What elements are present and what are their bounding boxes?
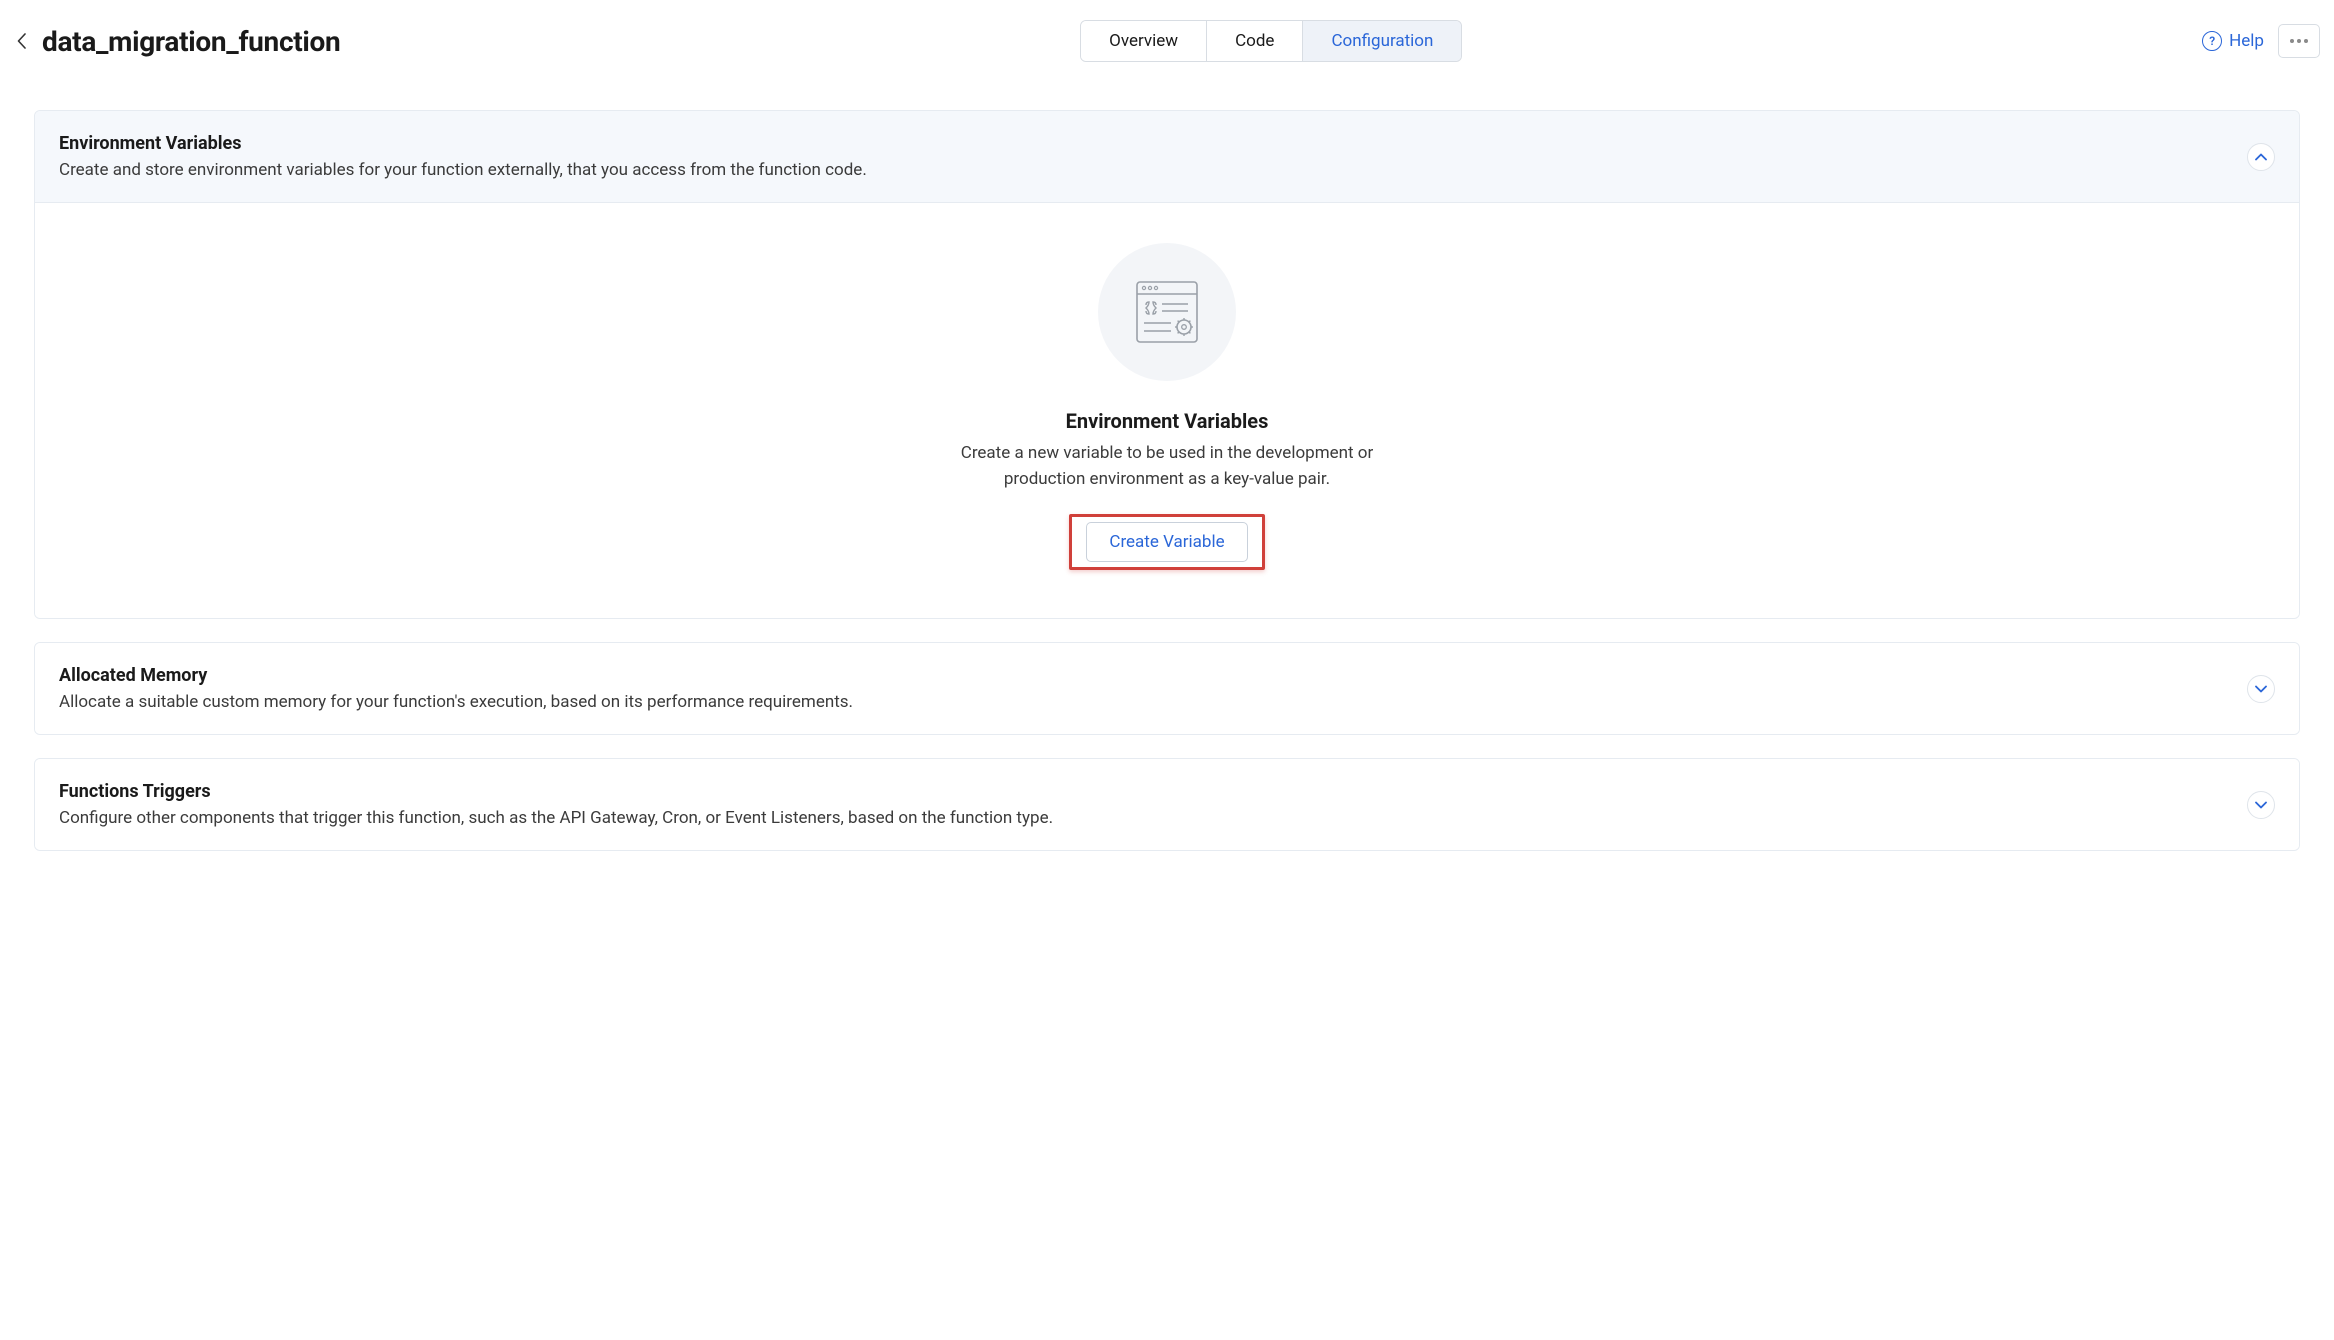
help-icon: ? <box>2202 31 2222 51</box>
panel-title: Functions Triggers <box>59 781 1053 802</box>
panel-header-functions-triggers[interactable]: Functions Triggers Configure other compo… <box>35 759 2299 850</box>
panel-body-environment-variables: Environment Variables Create a new varia… <box>35 203 2299 618</box>
tab-code[interactable]: Code <box>1207 21 1303 61</box>
chevron-up-icon <box>2255 153 2267 161</box>
panel-allocated-memory: Allocated Memory Allocate a suitable cus… <box>34 642 2300 735</box>
empty-state-heading: Environment Variables <box>59 409 2275 433</box>
panel-environment-variables: Environment Variables Create and store e… <box>34 110 2300 619</box>
tab-configuration[interactable]: Configuration <box>1303 21 1461 61</box>
chevron-left-icon <box>17 33 26 49</box>
back-button[interactable] <box>10 30 32 52</box>
panel-subtitle: Configure other components that trigger … <box>59 808 1053 828</box>
code-window-icon <box>1136 281 1198 343</box>
tab-group: Overview Code Configuration <box>1080 20 1462 62</box>
panel-title: Allocated Memory <box>59 665 853 686</box>
help-label: Help <box>2229 31 2264 51</box>
panel-title: Environment Variables <box>59 133 867 154</box>
chevron-down-icon <box>2255 801 2267 809</box>
panel-subtitle: Allocate a suitable custom memory for yo… <box>59 692 853 712</box>
empty-state-subtitle: Create a new variable to be used in the … <box>952 441 1382 492</box>
ellipsis-icon <box>2290 39 2294 43</box>
empty-state-icon-wrap <box>1098 243 1236 381</box>
panel-subtitle: Create and store environment variables f… <box>59 160 867 180</box>
more-actions-button[interactable] <box>2278 24 2320 58</box>
expand-toggle[interactable] <box>2247 791 2275 819</box>
page-title: data_migration_function <box>42 25 340 58</box>
panel-header-allocated-memory[interactable]: Allocated Memory Allocate a suitable cus… <box>35 643 2299 734</box>
highlight-box: Create Variable <box>1069 514 1264 570</box>
help-button[interactable]: ? Help <box>2202 31 2264 51</box>
collapse-toggle[interactable] <box>2247 143 2275 171</box>
chevron-down-icon <box>2255 685 2267 693</box>
expand-toggle[interactable] <box>2247 675 2275 703</box>
panel-header-environment-variables[interactable]: Environment Variables Create and store e… <box>35 111 2299 203</box>
tab-overview[interactable]: Overview <box>1081 21 1207 61</box>
panel-functions-triggers: Functions Triggers Configure other compo… <box>34 758 2300 851</box>
create-variable-button[interactable]: Create Variable <box>1086 522 1247 562</box>
